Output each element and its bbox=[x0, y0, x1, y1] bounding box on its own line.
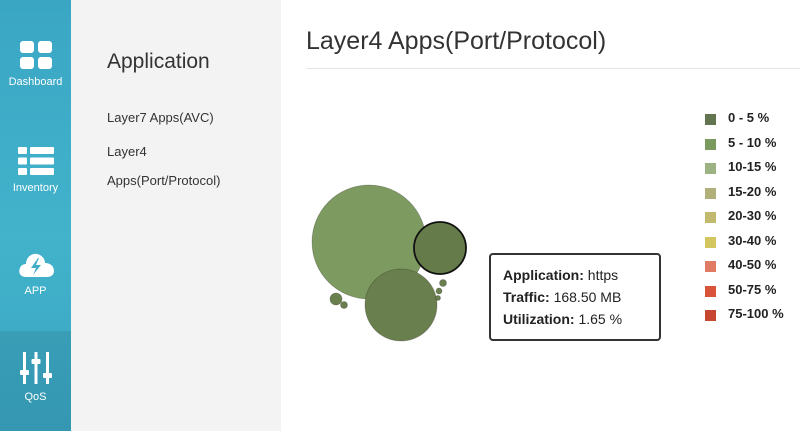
legend-label: 40-50 % bbox=[728, 257, 777, 272]
legend-swatch bbox=[705, 310, 716, 321]
nav-item-dashboard[interactable]: Dashboard bbox=[0, 40, 71, 140]
cloud-bolt-icon bbox=[18, 253, 54, 277]
legend-label: 75-100 % bbox=[728, 306, 784, 321]
legend-swatch bbox=[705, 138, 716, 150]
legend-swatch bbox=[705, 163, 716, 174]
legend-item: 5 - 10 % bbox=[705, 133, 800, 155]
nav-label: APP bbox=[24, 285, 47, 297]
tooltip-traffic-label: Traffic: bbox=[503, 289, 550, 305]
app-bubble[interactable] bbox=[364, 268, 438, 342]
legend-item: 15-20 % bbox=[705, 182, 800, 204]
submenu-link-layer4[interactable]: Layer4 bbox=[107, 138, 147, 166]
sliders-icon bbox=[19, 352, 52, 384]
legend-label: 5 - 10 % bbox=[728, 134, 777, 150]
tooltip-utilization-label: Utilization: bbox=[503, 311, 575, 327]
legend-label: 30-40 % bbox=[728, 232, 777, 248]
nav-label: Inventory bbox=[12, 182, 59, 194]
submenu-link-layer7[interactable]: Layer7 Apps(AVC) bbox=[107, 104, 214, 132]
tooltip-application-value: https bbox=[587, 267, 619, 283]
legend-swatch bbox=[705, 187, 716, 199]
submenu-link-port-protocol[interactable]: Apps(Port/Protocol) bbox=[107, 167, 220, 195]
legend-item: 40-50 % bbox=[705, 255, 800, 277]
app-bubble[interactable] bbox=[439, 279, 447, 287]
tooltip-traffic-value: 168.50 MB bbox=[553, 289, 622, 305]
nav-item-qos[interactable]: QoS bbox=[0, 331, 71, 431]
legend-item: 50-75 % bbox=[705, 280, 800, 302]
main-content: Layer4 Apps(Port/Protocol) Application: … bbox=[281, 0, 800, 431]
tooltip-utilization-value: 1.65 % bbox=[578, 311, 623, 327]
bubble-tooltip: Application: https Traffic: 168.50 MB Ut… bbox=[489, 253, 661, 341]
nav-item-inventory[interactable]: Inventory bbox=[0, 146, 71, 246]
legend-swatch bbox=[705, 114, 716, 125]
dashboard-grid-icon bbox=[19, 41, 52, 69]
app-bubble[interactable] bbox=[435, 295, 441, 301]
legend-swatch bbox=[705, 261, 716, 272]
app-bubble[interactable] bbox=[435, 287, 443, 295]
nav-rail: Dashboard Inventory APP QoS bbox=[0, 0, 71, 431]
legend-swatch bbox=[705, 285, 716, 297]
legend-item: 75-100 % bbox=[705, 304, 800, 326]
legend-item: 10-15 % bbox=[705, 157, 800, 179]
nav-label: QoS bbox=[24, 391, 47, 403]
legend-label: 50-75 % bbox=[728, 281, 777, 297]
legend-label: 15-20 % bbox=[728, 183, 777, 199]
app-bubble[interactable] bbox=[329, 292, 343, 306]
legend-label: 10-15 % bbox=[728, 159, 777, 174]
legend-swatch bbox=[705, 212, 716, 223]
app-bubble-selected[interactable] bbox=[413, 221, 467, 275]
app-bubble[interactable] bbox=[340, 301, 348, 309]
nav-label: Dashboard bbox=[8, 76, 63, 88]
legend-item: 0 - 5 % bbox=[705, 108, 800, 130]
legend-label: 0 - 5 % bbox=[728, 110, 770, 125]
submenu-title: Application bbox=[107, 50, 210, 73]
list-icon bbox=[17, 147, 54, 175]
tooltip-application-label: Application: bbox=[503, 267, 584, 283]
legend-item: 30-40 % bbox=[705, 231, 800, 253]
submenu-panel: Application Layer7 Apps(AVC) Layer4 Apps… bbox=[71, 0, 281, 431]
legend-label: 20-30 % bbox=[728, 208, 777, 223]
legend-swatch bbox=[705, 236, 716, 248]
legend-item: 20-30 % bbox=[705, 206, 800, 228]
